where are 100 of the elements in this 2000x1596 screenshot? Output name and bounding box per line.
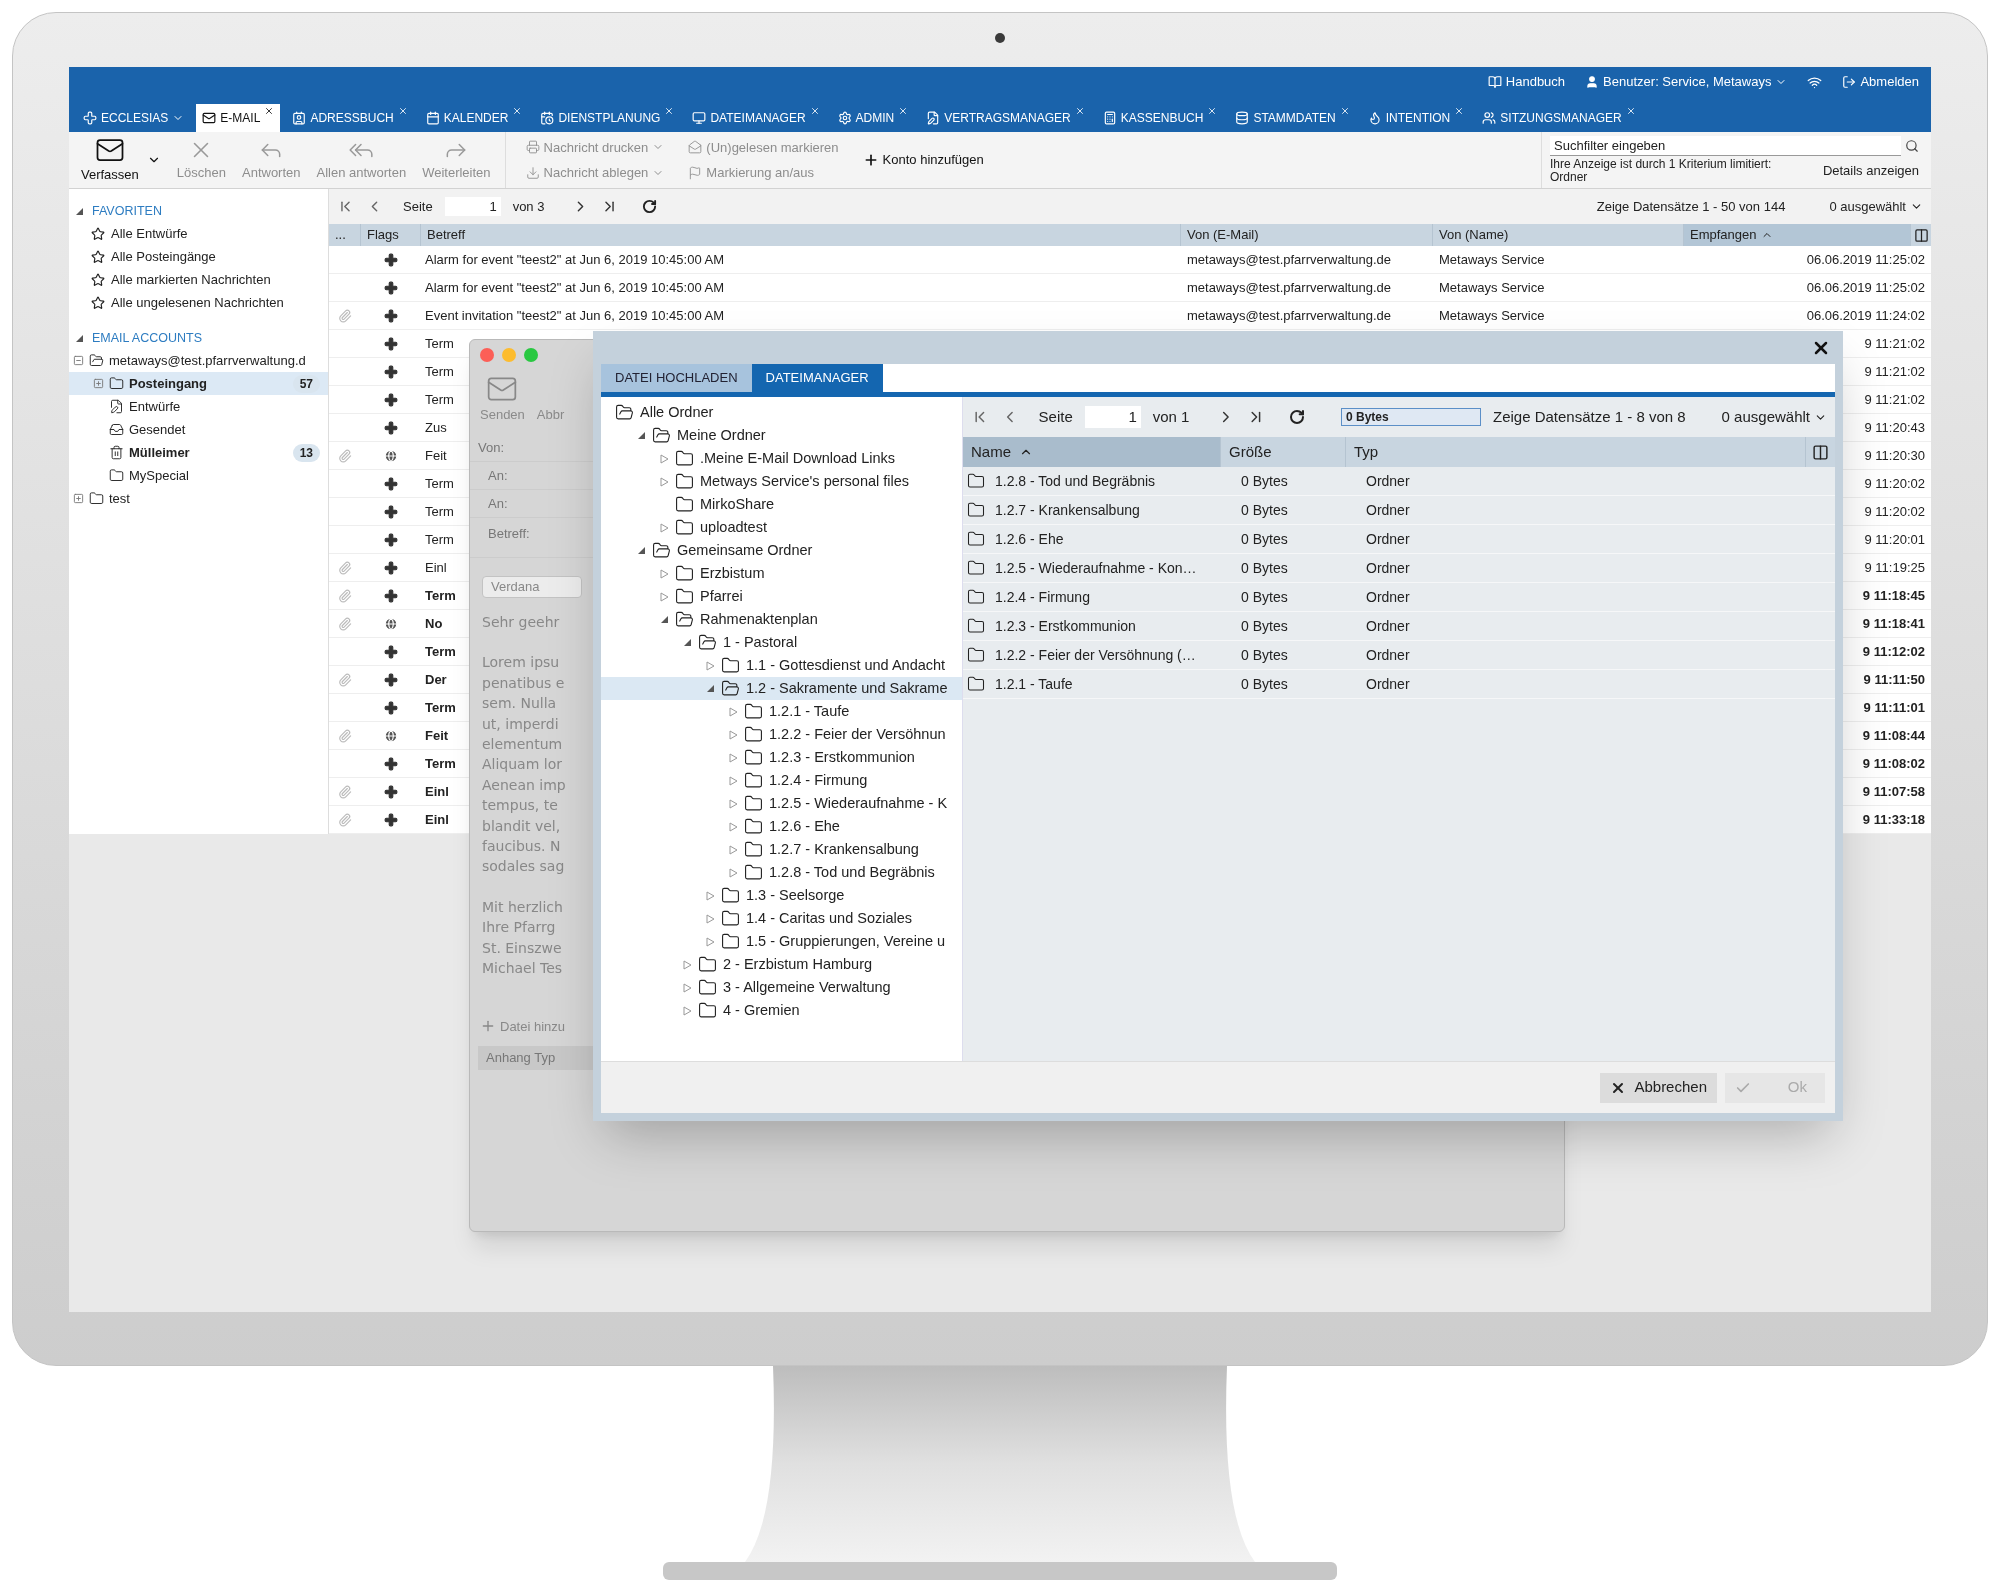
expand-box-icon[interactable] — [93, 378, 104, 389]
dialog-tab[interactable]: DATEI HOCHLADEN — [601, 364, 752, 392]
details-button[interactable]: Details anzeigen — [1822, 161, 1919, 181]
header-link[interactable]: Handbuch — [1487, 72, 1566, 92]
folder-tree-item[interactable]: Rahmenaktenplan — [601, 608, 962, 631]
app-tab[interactable]: DATEIMANAGER — [686, 104, 826, 132]
expanded-arrow-icon[interactable] — [75, 207, 84, 216]
collapse-box-icon[interactable] — [73, 355, 84, 366]
collapsed-arrow-icon[interactable] — [728, 729, 738, 740]
folder-tree-item[interactable]: MirkoShare — [601, 493, 962, 516]
message-row[interactable]: Event invitation "teest2" at Jun 6, 2019 10:45:00 AM metaways@test.pfarrverwaltung.de Metaways Service 06.06.2019 11:24:02 — [329, 302, 1931, 330]
app-tab[interactable]: INTENTION — [1361, 104, 1471, 132]
collapsed-arrow-icon[interactable] — [728, 821, 738, 832]
refresh-icon[interactable] — [642, 199, 658, 214]
collapsed-arrow-icon[interactable] — [659, 453, 669, 464]
message-row[interactable]: Alarm for event "teest2" at Jun 6, 2019 10:45:00 AM metaways@test.pfarrverwaltung.de Metaways Service 06.06.2019 11:25:02 — [329, 246, 1931, 274]
close-icon[interactable] — [264, 106, 275, 116]
column-header[interactable]: Typ — [1346, 437, 1806, 467]
folder-tree-item[interactable]: 1.1 - Gottesdienst und Andacht — [601, 654, 962, 677]
app-tab[interactable]: SITZUNGSMANAGER — [1476, 104, 1642, 132]
expanded-arrow-icon[interactable] — [682, 638, 692, 647]
selection-dropdown[interactable]: 0 ausgewählt — [1829, 196, 1923, 217]
collapsed-arrow-icon[interactable] — [682, 1005, 692, 1016]
folder-item[interactable]: Mülleimer 13 — [69, 441, 328, 464]
folder-tree-item[interactable]: 1.2.4 - Firmung — [601, 769, 962, 792]
collapsed-arrow-icon[interactable] — [728, 775, 738, 786]
page-input[interactable]: 1 — [444, 196, 501, 217]
folder-tree-item[interactable]: Alle Ordner — [601, 401, 962, 424]
folder-tree-item[interactable]: 1.4 - Caritas und Soziales — [601, 907, 962, 930]
page-input[interactable]: 1 — [1084, 405, 1141, 429]
folder-item[interactable]: Posteingang 57 — [69, 372, 328, 395]
folder-tree-item[interactable]: 1.2.1 - Taufe — [601, 700, 962, 723]
collapsed-arrow-icon[interactable] — [728, 706, 738, 717]
expanded-arrow-icon[interactable] — [705, 684, 715, 693]
folder-tree-item[interactable]: 1.5 - Gruppierungen, Vereine u — [601, 930, 962, 953]
folder-tree-item[interactable]: Meine Ordner — [601, 424, 962, 447]
folder-tree-item[interactable]: Erzbistum — [601, 562, 962, 585]
collapsed-arrow-icon[interactable] — [705, 890, 715, 901]
folder-item[interactable]: metaways@test.pfarrverwaltung.d — [69, 349, 328, 372]
folder-tree-item[interactable]: 1.2.6 - Ehe — [601, 815, 962, 838]
expanded-arrow-icon[interactable] — [659, 615, 669, 624]
dialog-tab[interactable]: DATEIMANAGER — [751, 364, 883, 392]
folder-tree-item[interactable]: 1.2.7 - Krankensalbung — [601, 838, 962, 861]
folder-tree-item[interactable]: 1.2.5 - Wiederaufnahme - K — [601, 792, 962, 815]
app-tab[interactable]: ECCLESIAS — [77, 104, 191, 132]
expanded-arrow-icon[interactable] — [75, 334, 84, 343]
folder-tree-item[interactable]: 3 - Allgemeine Verwaltung — [601, 976, 962, 999]
column-header[interactable]: Größe — [1221, 437, 1346, 467]
expanded-arrow-icon[interactable] — [636, 546, 646, 555]
collapsed-arrow-icon[interactable] — [705, 913, 715, 924]
search-field[interactable]: Suchfilter eingeben — [1550, 136, 1901, 156]
folder-tree-item[interactable]: Metways Service's personal files — [601, 470, 962, 493]
column-header[interactable]: Von (E-Mail) — [1181, 224, 1433, 246]
app-tab[interactable]: STAMMDATEN — [1229, 104, 1356, 132]
favorite-item[interactable]: Alle ungelesenen Nachrichten — [69, 291, 328, 314]
collapsed-arrow-icon[interactable] — [682, 982, 692, 993]
favorite-item[interactable]: Alle Entwürfe — [69, 222, 328, 245]
collapsed-arrow-icon[interactable] — [728, 867, 738, 878]
folder-tree-item[interactable]: Gemeinsame Ordner — [601, 539, 962, 562]
folder-tree-item[interactable]: 1 - Pastoral — [601, 631, 962, 654]
collapsed-arrow-icon[interactable] — [659, 476, 669, 487]
column-header[interactable]: Name — [963, 437, 1221, 467]
app-tab[interactable]: DIENSTPLANUNG — [534, 104, 681, 132]
collapsed-arrow-icon[interactable] — [728, 752, 738, 763]
folder-tree-item[interactable]: 2 - Erzbistum Hamburg — [601, 953, 962, 976]
dialog-button[interactable]: Abbrechen — [1600, 1072, 1717, 1103]
column-picker-icon[interactable] — [1812, 443, 1829, 461]
folder-item[interactable]: test — [69, 487, 328, 510]
folder-tree-item[interactable]: 1.3 - Seelsorge — [601, 884, 962, 907]
app-tab[interactable]: ADRESSBUCH — [286, 104, 414, 132]
favorite-item[interactable]: Alle markierten Nachrichten — [69, 268, 328, 291]
folder-tree-item[interactable]: Pfarrei — [601, 585, 962, 608]
column-header[interactable]: Flags — [361, 224, 421, 246]
toolbar-action[interactable]: Konto hinzufügen — [862, 150, 984, 170]
app-tab[interactable]: ADMIN — [831, 104, 915, 132]
selection-dropdown[interactable]: 0 ausgewählt — [1721, 405, 1827, 429]
folder-item[interactable]: MySpecial — [69, 464, 328, 487]
message-row[interactable]: Alarm for event "teest2" at Jun 6, 2019 10:45:00 AM metaways@test.pfarrverwaltung.de Metaways Service 06.06.2019 11:25:02 — [329, 274, 1931, 302]
app-tab[interactable]: E-MAIL — [196, 104, 281, 132]
expanded-arrow-icon[interactable] — [636, 431, 646, 440]
section-header[interactable]: FAVORITEN — [69, 201, 328, 222]
header-link[interactable]: Abmelden — [1842, 72, 1919, 92]
folder-item[interactable]: Entwürfe — [69, 395, 328, 418]
refresh-icon[interactable] — [1288, 408, 1305, 426]
folder-tree-item[interactable]: 1.2 - Sakramente und Sakrame — [601, 677, 962, 700]
collapsed-arrow-icon[interactable] — [705, 936, 715, 947]
app-tab[interactable]: KASSENBUCH — [1096, 104, 1224, 132]
collapsed-arrow-icon[interactable] — [728, 798, 738, 809]
toolbar-button[interactable]: Verfassen — [75, 132, 167, 188]
collapsed-arrow-icon[interactable] — [728, 844, 738, 855]
folder-tree-item[interactable]: 1.2.8 - Tod und Begräbnis — [601, 861, 962, 884]
column-header[interactable]: Empfangen — [1684, 224, 1911, 246]
folder-tree-item[interactable]: uploadtest — [601, 516, 962, 539]
app-tab[interactable]: VERTRAGSMANAGER — [920, 104, 1091, 132]
header-link[interactable]: Benutzer: Service, Metaways — [1585, 72, 1788, 92]
column-header[interactable]: ... — [329, 224, 361, 246]
folder-tree-item[interactable]: 4 - Gremien — [601, 999, 962, 1022]
folder-tree-item[interactable]: .Meine E-Mail Download Links — [601, 447, 962, 470]
collapsed-arrow-icon[interactable] — [659, 591, 669, 602]
favorite-item[interactable]: Alle Posteingänge — [69, 245, 328, 268]
